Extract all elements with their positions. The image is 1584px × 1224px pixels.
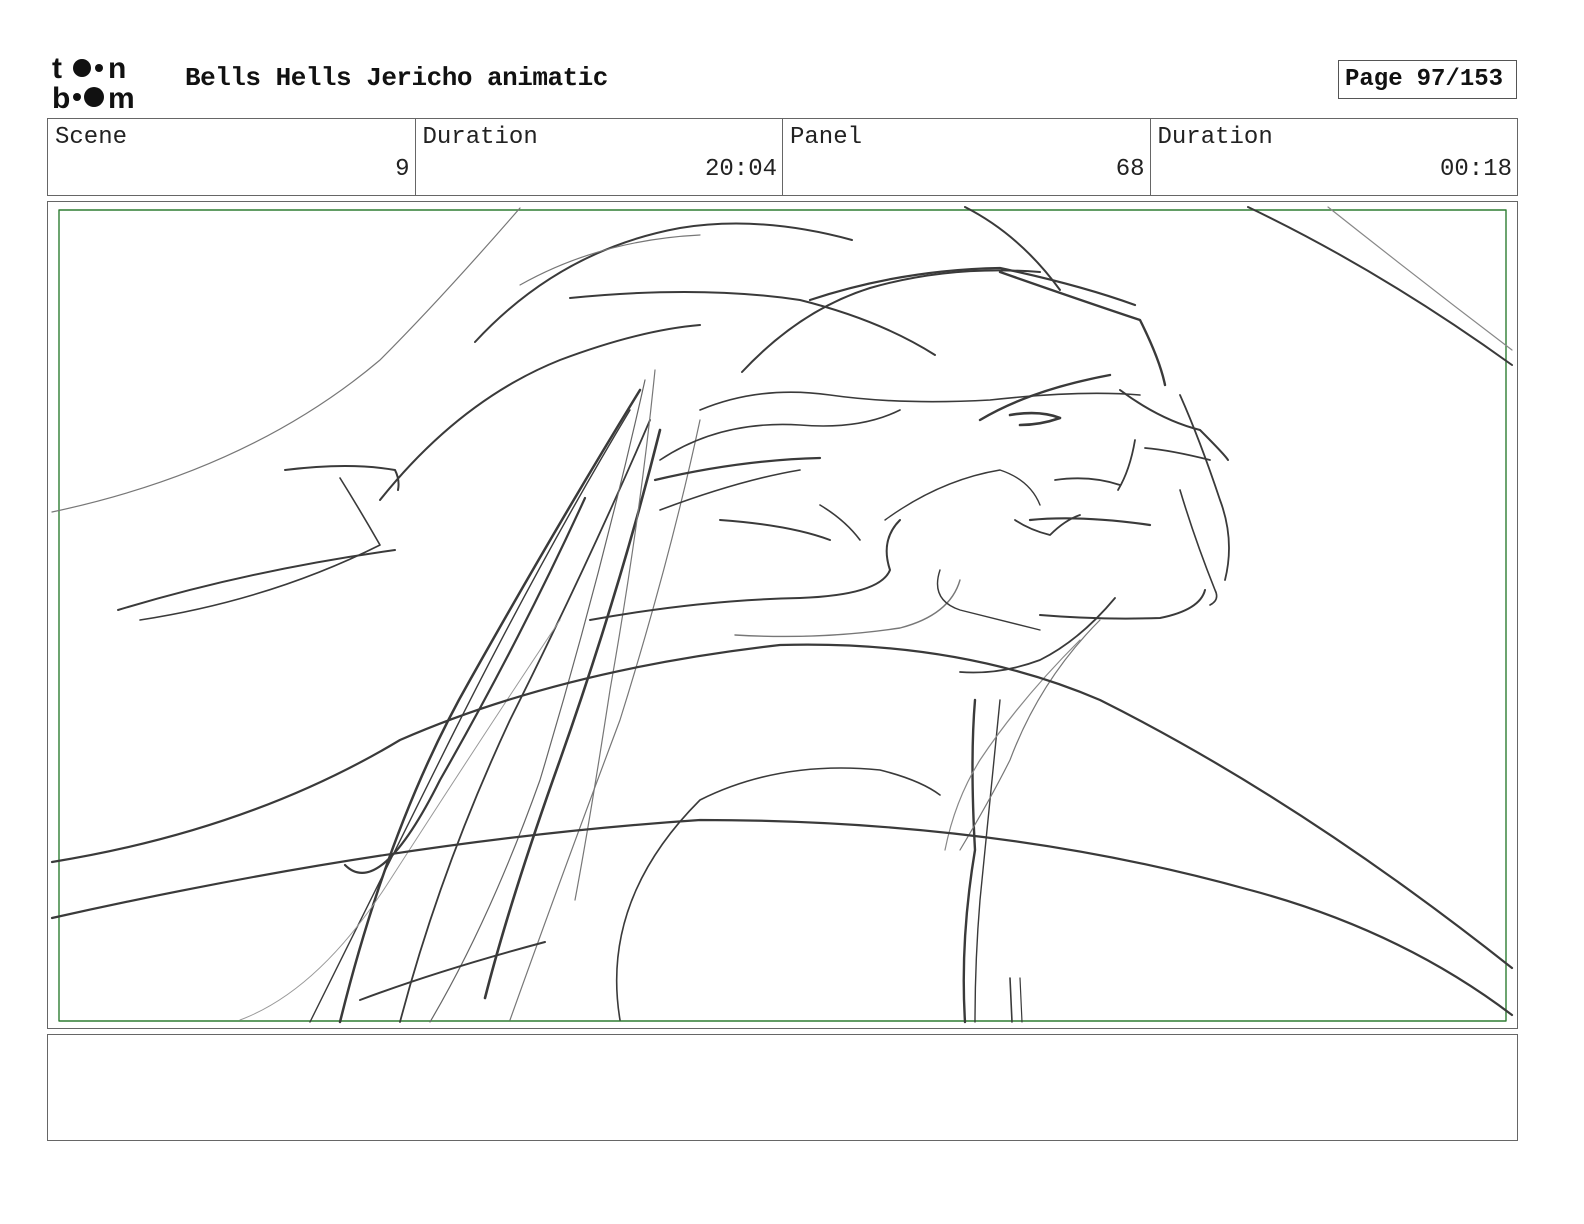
scene-label: Scene: [55, 124, 128, 151]
svg-text:n: n: [108, 52, 126, 85]
panel-label: Panel: [790, 124, 863, 151]
scene-duration-label: Duration: [422, 124, 538, 151]
panel-info-strip: Scene 9 Duration 20:04 Panel 68 Duration…: [47, 118, 1518, 196]
scene-duration-value: 20:04: [704, 156, 777, 183]
panel-value: 68: [1115, 156, 1145, 183]
svg-text:b: b: [52, 82, 70, 110]
panel-duration-value: 00:18: [1439, 156, 1512, 183]
svg-text:m: m: [108, 82, 135, 110]
panel-duration-label: Duration: [1157, 124, 1273, 151]
panel-duration-cell: Duration 00:18: [1151, 119, 1518, 195]
panel-cell: Panel 68: [783, 119, 1151, 195]
scene-cell: Scene 9: [48, 119, 416, 195]
page-indicator: Page 97/153: [1338, 60, 1517, 99]
svg-text:t: t: [52, 52, 62, 85]
scene-value: 9: [395, 156, 410, 183]
safe-frame: [58, 209, 1507, 1022]
toon-boom-logo: t n b m: [52, 52, 135, 110]
page-label: Page: [1345, 66, 1403, 93]
storyboard-sketch: [50, 206, 1514, 1024]
panel-notes-box: [47, 1034, 1518, 1141]
document-title: Bells Hells Jericho animatic: [185, 63, 608, 93]
scene-duration-cell: Duration 20:04: [416, 119, 783, 195]
page-number: 97/153: [1416, 66, 1504, 93]
